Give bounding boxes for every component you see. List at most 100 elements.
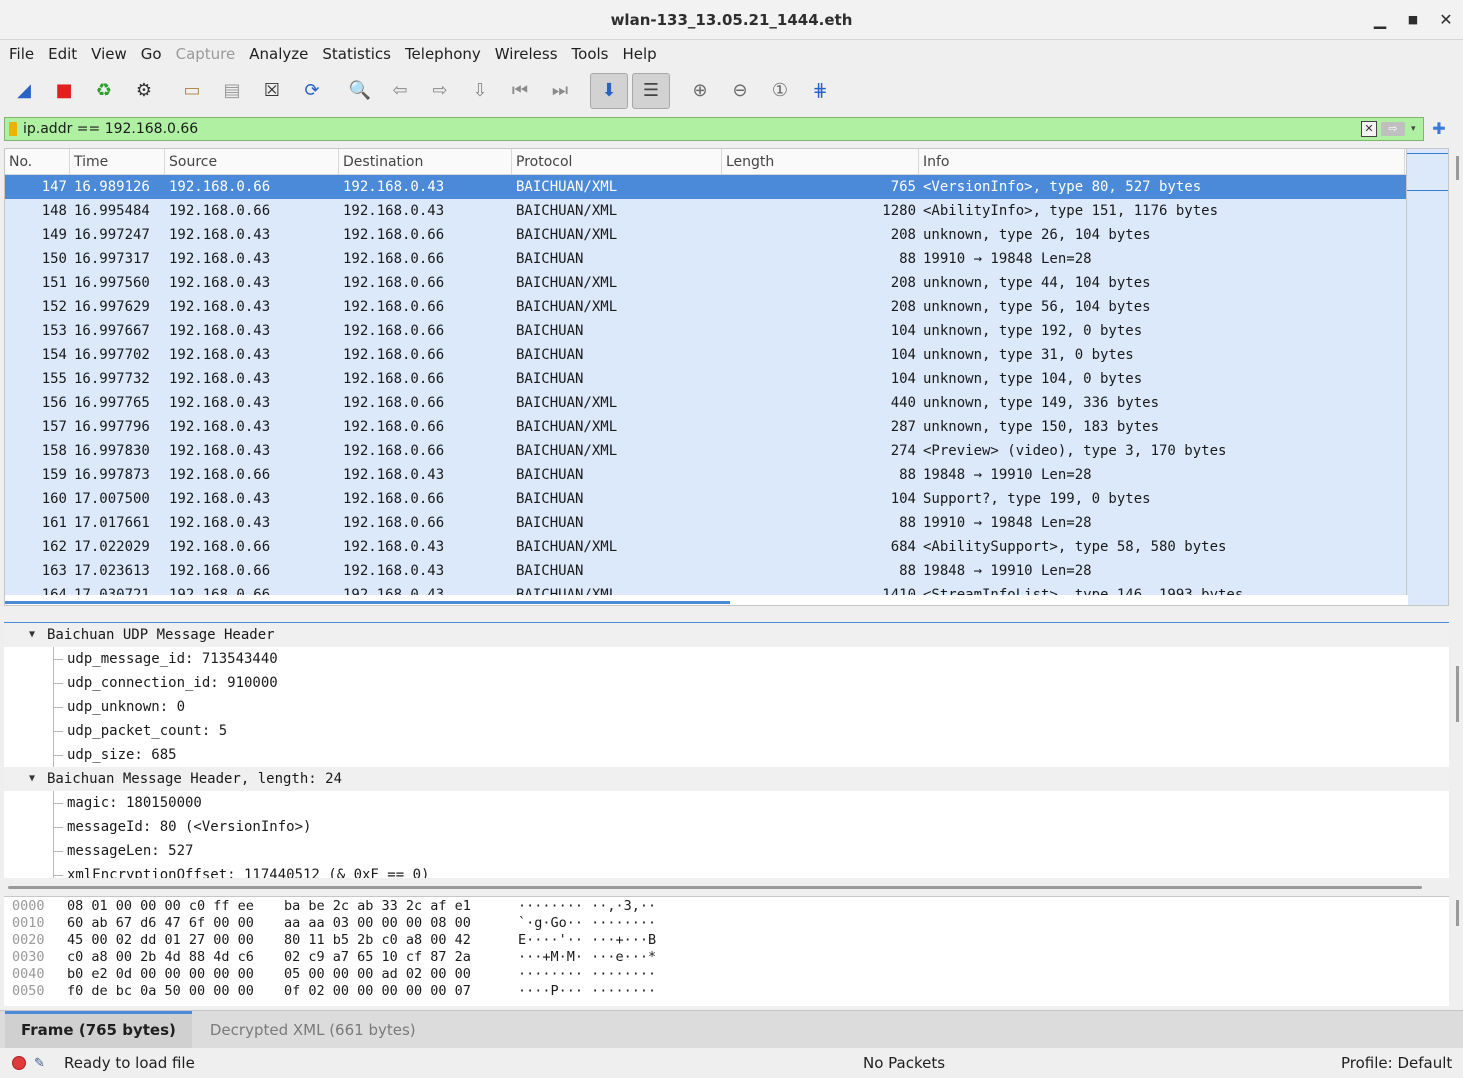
menu-tools[interactable]: Tools	[565, 40, 616, 68]
packet-row[interactable]: 152 16.997629 192.168.0.43 192.168.0.66 BAIC…	[5, 295, 1448, 319]
zoom-in-button[interactable]: ⊕	[682, 73, 718, 109]
hex-bytes-high[interactable]: 0f 02 00 00 00 00 00 07	[284, 983, 518, 1000]
hex-ascii[interactable]: ····P··· ········	[518, 983, 656, 1000]
packet-list[interactable]: No. Time Source Destination Protocol Length In…	[4, 148, 1449, 606]
hex-ascii[interactable]: ···+M·M· ···e···*	[518, 949, 656, 966]
packet-row[interactable]: 153 16.997667 192.168.0.43 192.168.0.66 BAIC…	[5, 319, 1448, 343]
vscroll-thumb[interactable]	[1456, 156, 1459, 180]
bytes-vscrollbar[interactable]	[1452, 896, 1462, 1006]
normal-size-button[interactable]: ①	[762, 73, 798, 109]
close-icon[interactable]: ✕	[1434, 8, 1458, 32]
hex-row[interactable]: 0020 45 00 02 dd 01 27 00 00 80 11 b5 2b c…	[4, 932, 1449, 949]
go-back-button[interactable]: ⇦	[382, 73, 418, 109]
hex-ascii[interactable]: ········ ········	[518, 966, 656, 983]
detail-field[interactable]: udp_packet_count: 5	[4, 719, 1449, 743]
menu-edit[interactable]: Edit	[41, 40, 84, 68]
hex-row[interactable]: 0040 b0 e2 0d 00 00 00 00 00 05 00 00 00 a…	[4, 966, 1449, 983]
add-filter-button-icon[interactable]: ✚	[1430, 118, 1448, 140]
column-header-source[interactable]: Source	[165, 149, 339, 174]
menu-capture[interactable]: Capture	[169, 40, 243, 68]
packet-row[interactable]: 149 16.997247 192.168.0.43 192.168.0.66 BAIC…	[5, 223, 1448, 247]
details-vscroll-thumb[interactable]	[1456, 666, 1459, 722]
maximize-icon[interactable]: ■	[1401, 8, 1425, 32]
byte-tab[interactable]: Frame (765 bytes)	[5, 1010, 192, 1049]
hex-bytes-high[interactable]: 80 11 b5 2b c0 a8 00 42	[284, 932, 518, 949]
packet-bytes-pane[interactable]: 0000 08 01 00 00 00 c0 ff ee ba be 2c ab 3…	[4, 896, 1449, 1006]
last-packet-button[interactable]: ⏭	[542, 73, 578, 109]
hex-ascii[interactable]: `·g·Go·· ········	[518, 915, 656, 932]
open-file-button[interactable]: ▭	[174, 73, 210, 109]
reload-file-button[interactable]: ⟳	[294, 73, 330, 109]
filter-history-dropdown-icon[interactable]: ▾	[1411, 124, 1423, 134]
find-packet-button[interactable]: 🔍	[342, 73, 378, 109]
packet-row[interactable]: 161 17.017661 192.168.0.43 192.168.0.66 BAIC…	[5, 511, 1448, 535]
expand-arrow-icon[interactable]: ▼	[29, 623, 35, 647]
hex-bytes-low[interactable]: f0 de bc 0a 50 00 00 00	[60, 983, 284, 1000]
detail-field[interactable]: udp_size: 685	[4, 743, 1449, 767]
hex-row[interactable]: 0030 c0 a8 00 2b 4d 88 4d c6 02 c9 a7 65 1…	[4, 949, 1449, 966]
go-forward-button[interactable]: ⇨	[422, 73, 458, 109]
hex-ascii[interactable]: E····'·· ···+···B	[518, 932, 656, 949]
restart-capture-button[interactable]: ♻	[86, 73, 122, 109]
packet-row[interactable]: 162 17.022029 192.168.0.66 192.168.0.43 BAIC…	[5, 535, 1448, 559]
column-header-destination[interactable]: Destination	[339, 149, 512, 174]
menu-view[interactable]: View	[84, 40, 134, 68]
minimize-icon[interactable]: ▁	[1368, 8, 1392, 32]
column-header-no[interactable]: No.	[5, 149, 70, 174]
column-header-time[interactable]: Time	[70, 149, 165, 174]
packet-row[interactable]: 151 16.997560 192.168.0.43 192.168.0.66 BAIC…	[5, 271, 1448, 295]
hex-bytes-high[interactable]: 02 c9 a7 65 10 cf 87 2a	[284, 949, 518, 966]
menu-file[interactable]: File	[2, 40, 41, 68]
hex-ascii[interactable]: ········ ··,·3,··	[518, 898, 656, 915]
save-file-button[interactable]: ▤	[214, 73, 250, 109]
clear-filter-icon[interactable]: ✕	[1361, 121, 1377, 137]
packet-row[interactable]: 156 16.997765 192.168.0.43 192.168.0.66 BAIC…	[5, 391, 1448, 415]
expand-arrow-icon[interactable]: ▼	[29, 767, 35, 791]
capture-options-button[interactable]: ⚙	[126, 73, 162, 109]
detail-field[interactable]: udp_message_id: 713543440	[4, 647, 1449, 671]
packet-list-minimap[interactable]	[1406, 149, 1448, 605]
hex-row[interactable]: 0000 08 01 00 00 00 c0 ff ee ba be 2c ab 3…	[4, 898, 1449, 915]
autoscroll-button[interactable]: ⬇	[590, 73, 628, 109]
hex-bytes-high[interactable]: aa aa 03 00 00 00 08 00	[284, 915, 518, 932]
detail-section-header[interactable]: ▼ Baichuan UDP Message Header	[4, 623, 1449, 647]
detail-field[interactable]: messageLen: 527	[4, 839, 1449, 863]
first-packet-button[interactable]: ⏮	[502, 73, 538, 109]
column-header-length[interactable]: Length	[722, 149, 919, 174]
hex-bytes-low[interactable]: c0 a8 00 2b 4d 88 4d c6	[60, 949, 284, 966]
close-file-button[interactable]: ☒	[254, 73, 290, 109]
profile-switcher[interactable]: Profile: Default	[1341, 1054, 1452, 1072]
details-vscrollbar[interactable]	[1452, 622, 1462, 878]
packet-row[interactable]: 148 16.995484 192.168.0.66 192.168.0.43 BAIC…	[5, 199, 1448, 223]
display-filter-bar[interactable]: ip.addr == 192.168.0.66 ✕ ⇨ ▾	[4, 117, 1424, 141]
menu-help[interactable]: Help	[615, 40, 663, 68]
minimap-thumb[interactable]	[1407, 153, 1448, 191]
hex-bytes-low[interactable]: 08 01 00 00 00 c0 ff ee	[60, 898, 284, 915]
menu-go[interactable]: Go	[134, 40, 169, 68]
menu-wireless[interactable]: Wireless	[488, 40, 565, 68]
zoom-out-button[interactable]: ⊖	[722, 73, 758, 109]
hex-bytes-low[interactable]: 60 ab 67 d6 47 6f 00 00	[60, 915, 284, 932]
bytes-vscroll-thumb[interactable]	[1456, 900, 1459, 926]
detail-field[interactable]: magic: 180150000	[4, 791, 1449, 815]
filter-bookmark-icon[interactable]	[9, 122, 17, 136]
resize-columns-button[interactable]: ⋕	[802, 73, 838, 109]
detail-section-header[interactable]: ▼ Baichuan Message Header, length: 24	[4, 767, 1449, 791]
capture-comment-icon[interactable]: ✎	[34, 1056, 50, 1071]
detail-field[interactable]: xmlEncryptionOffset: 117440512 (& 0xF ==…	[4, 863, 1449, 878]
detail-field[interactable]: udp_unknown: 0	[4, 695, 1449, 719]
detail-field[interactable]: messageId: 80 (<VersionInfo>)	[4, 815, 1449, 839]
packet-row[interactable]: 158 16.997830 192.168.0.43 192.168.0.66 BAIC…	[5, 439, 1448, 463]
hex-row[interactable]: 0050 f0 de bc 0a 50 00 00 00 0f 02 00 00 0…	[4, 983, 1449, 1000]
hex-bytes-low[interactable]: b0 e2 0d 00 00 00 00 00	[60, 966, 284, 983]
packet-details-tree[interactable]: ▼ Baichuan UDP Message Header udp_message_…	[4, 622, 1449, 878]
packet-list-hscrollbar[interactable]	[5, 595, 1408, 605]
hex-row[interactable]: 0010 60 ab 67 d6 47 6f 00 00 aa aa 03 00 0…	[4, 915, 1449, 932]
menu-telephony[interactable]: Telephony	[398, 40, 488, 68]
menu-statistics[interactable]: Statistics	[315, 40, 398, 68]
packet-row[interactable]: 150 16.997317 192.168.0.43 192.168.0.66 BAIC…	[5, 247, 1448, 271]
packet-list-vscrollbar[interactable]	[1452, 152, 1462, 606]
packet-row[interactable]: 159 16.997873 192.168.0.66 192.168.0.43 BAIC…	[5, 463, 1448, 487]
stop-capture-button[interactable]: ■	[46, 73, 82, 109]
packet-row[interactable]: 155 16.997732 192.168.0.43 192.168.0.66 BAIC…	[5, 367, 1448, 391]
